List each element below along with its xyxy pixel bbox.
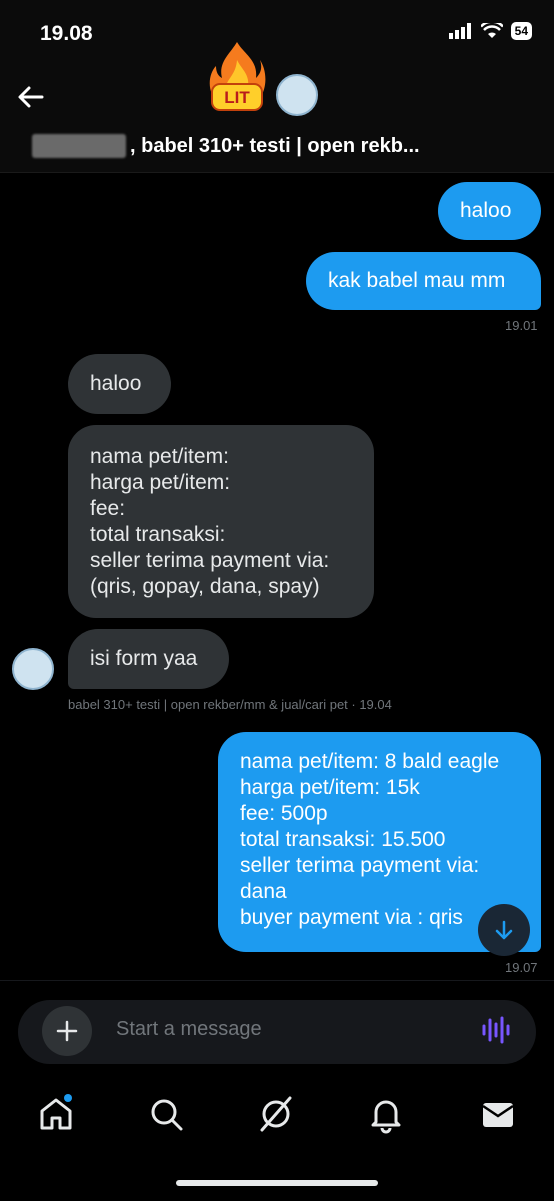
arrow-down-icon [495,920,513,940]
arrow-left-icon[interactable] [14,80,48,114]
notifications-icon[interactable] [366,1094,406,1134]
message-timestamp: 19.01 [505,318,538,333]
avatar[interactable] [12,648,54,690]
message-bubble[interactable]: haloo [438,182,541,240]
search-icon[interactable] [146,1094,186,1134]
header-divider [0,172,554,173]
home-indicator [176,1180,378,1186]
grok-icon[interactable] [256,1094,296,1134]
wifi-icon [480,23,503,38]
status-time: 19.08 [40,22,93,45]
svg-text:LIT: LIT [224,88,250,107]
plus-icon [56,1020,78,1042]
message-bubble[interactable]: haloo [68,354,171,414]
title-text: , babel 310+ testi | open rekb... [130,134,420,157]
message-bubble[interactable]: kak babel mau mm [306,252,541,310]
message-input[interactable]: Start a message [116,1018,262,1041]
home-icon[interactable] [36,1094,76,1134]
message-sender-timestamp: babel 310+ testi | open rekber/mm & jual… [68,697,392,712]
voice-message-icon[interactable] [480,1014,512,1046]
message-bubble[interactable]: isi form yaa [68,629,229,689]
message-timestamp: 19.07 [505,960,538,975]
signal-icon [448,23,471,39]
conversation-title[interactable]: , babel 310+ testi | open rekb... [32,134,420,158]
message-bubble[interactable]: nama pet/item: harga pet/item: fee: tota… [68,425,374,618]
scroll-to-bottom-button[interactable] [478,904,530,956]
message-composer [18,1000,536,1064]
add-media-button[interactable] [42,1006,92,1056]
avatar[interactable] [276,74,318,116]
blurred-name [32,134,126,158]
lit-fire-icon: LIT [209,42,266,111]
messages-icon[interactable] [478,1094,518,1134]
status-icons: 54 [448,22,532,40]
battery-indicator: 54 [510,22,532,40]
